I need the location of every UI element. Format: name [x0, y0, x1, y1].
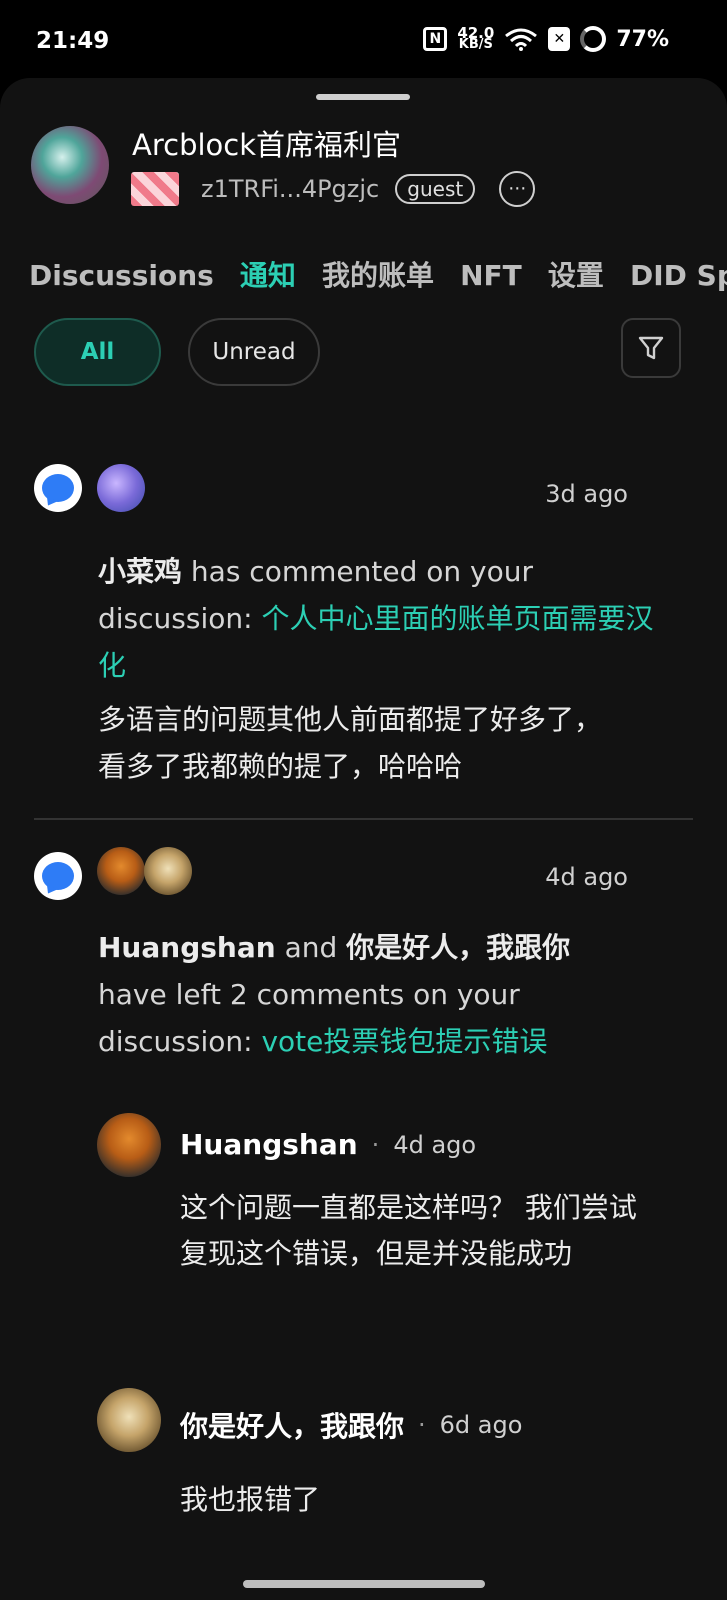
network-speed-unit: KB/S: [458, 37, 493, 52]
discussion-link[interactable]: vote投票钱包提示错误: [261, 1025, 547, 1058]
comment-notification-icon: [34, 852, 82, 900]
notification-conjunction: and: [275, 931, 347, 964]
tab-my-bills[interactable]: 我的账单: [322, 254, 434, 294]
did-address[interactable]: z1TRFi...4Pgzjc: [201, 175, 379, 203]
comment-author[interactable]: Huangshan: [180, 1128, 358, 1161]
tab-bar: Discussions 通知 我的账单 NFT 设置 DID Spaces: [29, 254, 727, 298]
status-time: 21:49: [36, 28, 110, 54]
sim-off-icon: ✕: [548, 27, 571, 51]
tab-did-spaces[interactable]: DID Spaces: [630, 259, 727, 292]
tab-notifications[interactable]: 通知: [240, 254, 296, 294]
comment-author-avatar[interactable]: [97, 1388, 161, 1452]
comment-time: 6d ago: [439, 1411, 523, 1439]
notification-actor[interactable]: 小菜鸡: [98, 555, 182, 588]
status-icons: N 42.0 KB/S ✕ 77%: [423, 26, 669, 52]
commenter-avatar[interactable]: [97, 464, 145, 512]
comment-notification-icon: [34, 464, 82, 512]
commenter-avatar-second[interactable]: [144, 847, 192, 895]
network-speed: 42.0 KB/S: [457, 26, 494, 52]
comment-author-avatar[interactable]: [97, 1113, 161, 1177]
more-options-button[interactable]: ⋯: [499, 171, 536, 207]
battery-icon: [580, 26, 607, 52]
filter-button[interactable]: [621, 318, 681, 378]
notification-text[interactable]: Huangshan and 你是好人，我跟你 have left 2 comme…: [98, 924, 618, 1065]
filter-all-button[interactable]: All: [34, 318, 161, 386]
profile-avatar[interactable]: [31, 126, 109, 204]
bottom-sheet: Arcblock首席福利官 z1TRFi...4Pgzjc guest ⋯ Di…: [0, 78, 727, 1600]
comment-header: Huangshan · 4d ago: [180, 1128, 476, 1161]
did-avatar-icon: [131, 172, 179, 206]
filter-row: All Unread: [0, 318, 727, 388]
notification-time: 3d ago: [545, 480, 628, 508]
separator-dot: ·: [371, 1130, 380, 1159]
home-indicator[interactable]: [243, 1580, 485, 1588]
notification-divider: [34, 818, 693, 820]
notification-actor[interactable]: Huangshan: [98, 931, 276, 964]
comment-header: 你是好人，我跟你 · 6d ago: [180, 1405, 522, 1445]
tab-discussions[interactable]: Discussions: [29, 259, 214, 292]
role-badge: guest: [395, 174, 476, 204]
separator-dot: ·: [418, 1411, 426, 1439]
sheet-grab-handle[interactable]: [316, 94, 410, 100]
comment-excerpt: 多语言的问题其他人前面都提了好多了，看多了我都赖的提了，哈哈哈: [98, 703, 603, 783]
nfc-icon: N: [423, 27, 448, 51]
tab-nft[interactable]: NFT: [460, 259, 522, 292]
filter-unread-button[interactable]: Unread: [188, 318, 320, 386]
did-row: z1TRFi...4Pgzjc guest ⋯: [131, 171, 536, 207]
profile-name: Arcblock首席福利官: [132, 128, 402, 162]
battery-level: 77%: [616, 26, 669, 52]
notification-time: 4d ago: [545, 863, 628, 891]
notification-actor[interactable]: 你是好人，我跟你: [346, 931, 570, 964]
comment-body[interactable]: 我也报错了: [180, 1477, 660, 1523]
tab-settings[interactable]: 设置: [548, 254, 604, 294]
comment-time: 4d ago: [393, 1130, 477, 1159]
status-bar: 21:49 N 42.0 KB/S ✕ 77%: [0, 0, 727, 84]
notification-text[interactable]: 小菜鸡 has commented on your discussion: 个人…: [98, 548, 658, 689]
commenter-avatar-huangshan[interactable]: [97, 847, 145, 895]
comment-author[interactable]: 你是好人，我跟你: [180, 1405, 404, 1445]
funnel-icon: [638, 336, 664, 360]
comment-body[interactable]: 这个问题一直都是这样吗？ 我们尝试复现这个错误，但是并没能成功: [180, 1185, 660, 1277]
wifi-icon: [505, 28, 538, 51]
